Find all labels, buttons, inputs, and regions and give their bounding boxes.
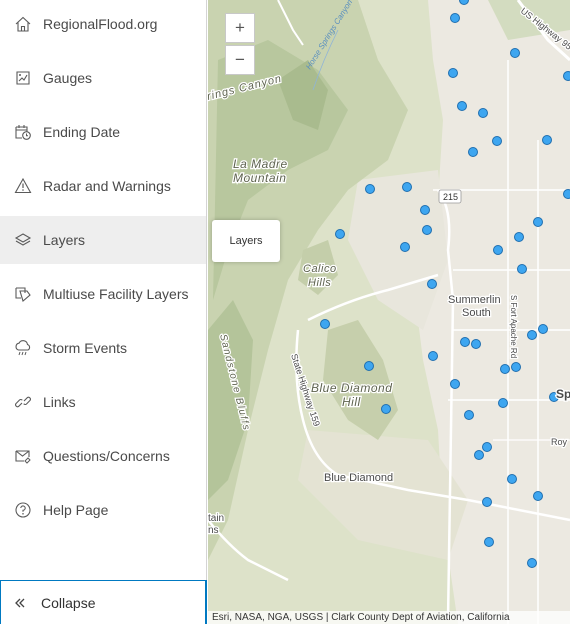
collapse-button[interactable]: Collapse [0, 580, 207, 624]
map-label-us-highway: US Highway 95 [519, 6, 570, 52]
map-label-ns: ns [208, 525, 219, 536]
nav-label: Gauges [43, 70, 93, 86]
double-chevron-left-icon [15, 598, 25, 608]
map-label-mountain: Mountain [233, 171, 286, 185]
nav-label: RegionalFlood.org [43, 16, 158, 32]
map-label-south: South [462, 307, 491, 319]
facility-layers-icon [15, 287, 31, 302]
nav-label: Links [43, 394, 76, 410]
nav-item-gauges[interactable]: Gauges [0, 54, 206, 102]
nav-label: Radar and Warnings [43, 178, 171, 194]
map-label-route-215: 215 [443, 192, 458, 202]
nav-item-storm-events[interactable]: Storm Events [0, 324, 206, 372]
link-icon [15, 396, 31, 408]
map-labels: rings Canyon La Madre Mountain Calico Hi… [208, 0, 570, 537]
map-label-blue-diamond-hill-2: Hill [342, 395, 361, 409]
nav-label: Help Page [43, 502, 109, 518]
route-215-shield: 215 [438, 189, 462, 204]
zoom-in-button[interactable]: + [225, 13, 255, 43]
map-label-horse-springs: Horse Springs Canyon [304, 0, 355, 71]
nav-item-layers[interactable]: Layers [0, 216, 206, 264]
map-label-fort-apache: S Fort Apache Rd [509, 295, 518, 358]
map-label-tain: tain [208, 513, 224, 524]
nav-item-questions-concerns[interactable]: Questions/Concerns [0, 432, 206, 480]
sidebar: RegionalFlood.org Gauges Ending Date Rad… [0, 0, 207, 624]
nav-label: Questions/Concerns [43, 448, 170, 464]
map-label-la-madre: La Madre [233, 157, 288, 171]
map-label-calico: Calico [303, 263, 337, 275]
nav-item-links[interactable]: Links [0, 378, 206, 426]
map-attribution: Esri, NASA, NGA, USGS | Clark County Dep… [208, 611, 570, 624]
map-view[interactable]: rings Canyon La Madre Mountain Calico Hi… [208, 0, 570, 624]
map-label-blue-diamond-hill-1: Blue Diamond [311, 381, 392, 395]
email-icon [15, 450, 31, 464]
map-label-roy: Roy [551, 437, 568, 447]
nav-item-radar-warnings[interactable]: Radar and Warnings [0, 162, 206, 210]
map-label-springs-canyon: rings Canyon [208, 73, 283, 103]
nav-label: Multiuse Facility Layers [43, 286, 189, 302]
warning-icon [14, 177, 32, 194]
map-label-blue-diamond: Blue Diamond [324, 472, 393, 484]
layers-icon [14, 233, 32, 246]
nav-item-multiuse-facility-layers[interactable]: Multiuse Facility Layers [0, 270, 206, 318]
help-icon [15, 502, 31, 518]
layers-tooltip: Layers [212, 220, 280, 262]
nav-label: Storm Events [43, 340, 128, 356]
home-icon [15, 16, 31, 32]
gauge-icon [16, 71, 30, 85]
nav-item-regionalflood[interactable]: RegionalFlood.org [0, 0, 206, 48]
nav-label: Layers [43, 232, 86, 248]
collapse-label: Collapse [41, 595, 96, 611]
storm-icon [15, 340, 31, 356]
zoom-out-button[interactable]: − [225, 45, 255, 75]
nav-item-ending-date[interactable]: Ending Date [0, 108, 206, 156]
map-label-hills: Hills [308, 277, 331, 289]
map-label-summerlin: Summerlin [448, 294, 501, 306]
nav-item-help-page[interactable]: Help Page [0, 486, 206, 534]
nav-label: Ending Date [43, 124, 121, 140]
calendar-clock-icon [15, 125, 31, 140]
map-label-sandstone: Sandstone Bluffs [217, 333, 252, 432]
map-label-spring: Spring [556, 387, 570, 401]
